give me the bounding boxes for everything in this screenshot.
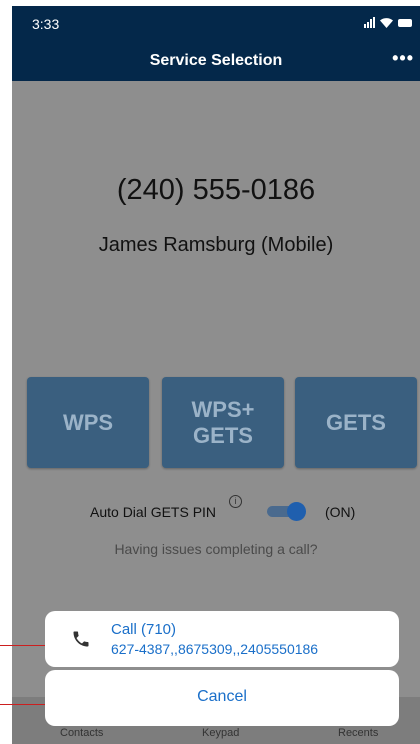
signal-icon	[364, 17, 375, 28]
more-options-icon[interactable]: •••	[392, 49, 414, 67]
wifi-icon	[380, 18, 393, 28]
contact-name: James Ramsburg (Mobile)	[98, 234, 334, 256]
gets-button[interactable]: GETS	[295, 377, 417, 468]
tab-recents[interactable]: Recents	[338, 727, 378, 739]
nav-bar: Service Selection •••	[12, 40, 420, 81]
auto-dial-label: Auto Dial GETS PIN	[90, 504, 217, 520]
wps-gets-label: WPS+ GETS	[191, 396, 255, 448]
wps-button[interactable]: WPS	[27, 377, 149, 468]
tab-keypad[interactable]: Keypad	[202, 727, 239, 739]
tab-contacts[interactable]: Contacts	[60, 727, 103, 739]
info-icon[interactable]: i	[229, 495, 242, 508]
status-icons	[364, 17, 412, 28]
status-bar: 3:33	[12, 6, 420, 40]
annotation-line-call	[0, 645, 45, 646]
cancel-label: Cancel	[197, 688, 247, 705]
cancel-button[interactable]: Cancel	[45, 670, 399, 726]
call-issues-link[interactable]: Having issues completing a call?	[12, 541, 420, 557]
toggle-knob	[287, 502, 306, 521]
call-option-line1: Call (710)	[111, 621, 177, 638]
toggle-state-label: (ON)	[325, 504, 356, 520]
auto-dial-row: Auto Dial GETS PIN i (ON)	[12, 495, 420, 525]
status-time: 3:33	[32, 16, 60, 32]
annotation-line-cancel	[0, 704, 45, 705]
call-option-line2: 627-4387,,8675309,,2405550186	[111, 641, 319, 657]
page-title: Service Selection	[149, 52, 283, 69]
auto-dial-toggle[interactable]	[267, 502, 306, 521]
wps-gets-button[interactable]: WPS+ GETS	[162, 377, 284, 468]
battery-icon	[398, 18, 412, 27]
phone-icon	[73, 631, 89, 647]
dialed-number: (240) 555-0186	[116, 174, 316, 206]
call-option-button[interactable]: Call (710) 627-4387,,8675309,,2405550186	[45, 611, 399, 667]
